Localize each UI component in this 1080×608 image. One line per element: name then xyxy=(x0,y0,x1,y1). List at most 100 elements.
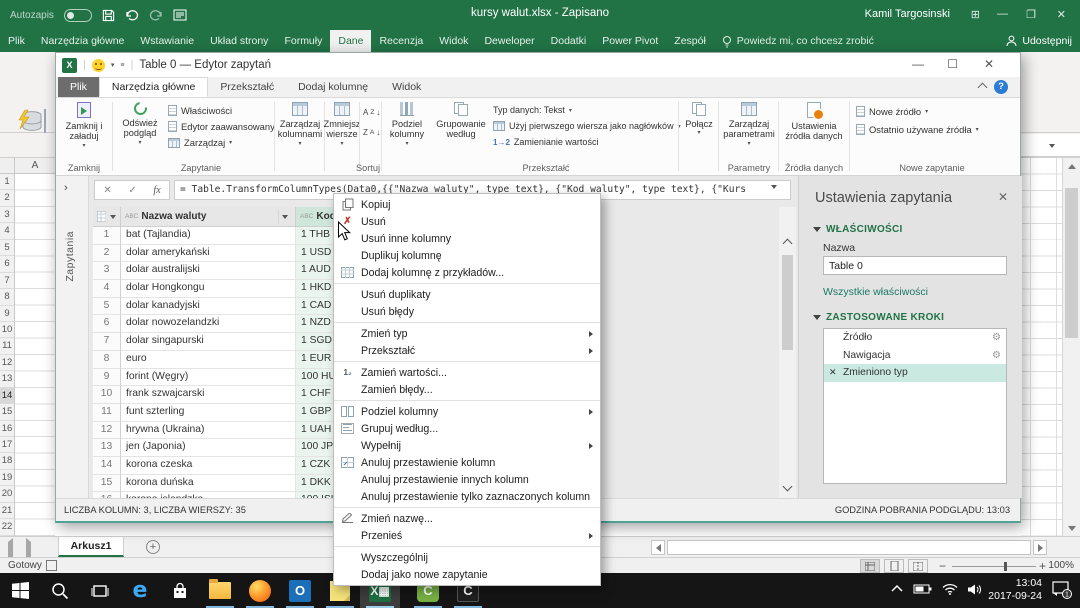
excel-minimize-button[interactable]: — xyxy=(997,8,1008,20)
menu-item[interactable]: Przekształć xyxy=(334,342,600,359)
excel-tab-power-pivot[interactable]: Power Pivot xyxy=(594,30,666,52)
task-view-icon[interactable] xyxy=(80,573,120,608)
row-header-11[interactable]: 11 xyxy=(0,338,14,354)
wifi-icon[interactable] xyxy=(942,583,958,595)
firefox-icon[interactable] xyxy=(240,573,280,608)
fx-icon[interactable]: fx xyxy=(153,185,160,196)
excel-tab-narz-dzia-g-wne[interactable]: Narzędzia główne xyxy=(33,30,132,52)
pq-scrollbar-thumb[interactable] xyxy=(782,255,793,350)
outlook-icon[interactable]: O xyxy=(280,573,320,608)
pq-help-icon[interactable]: ? xyxy=(994,80,1008,94)
menu-item[interactable]: Grupuj według... xyxy=(334,420,600,437)
close-and-load-button[interactable]: Zamknij i załaduj▾ xyxy=(60,101,108,159)
formula-accept-icon[interactable]: ✓ xyxy=(128,185,136,196)
applied-steps-section-header[interactable]: ZASTOSOWANE KROKI xyxy=(813,312,944,323)
page-break-view-button[interactable] xyxy=(908,559,928,573)
excel-tab-wstawianie[interactable]: Wstawianie xyxy=(132,30,202,52)
excel-vertical-scrollbar[interactable] xyxy=(1062,158,1080,536)
formula-expand-icon[interactable] xyxy=(771,185,777,189)
row-header-3[interactable]: 3 xyxy=(0,207,14,223)
excel-tab-recenzja[interactable]: Recenzja xyxy=(371,30,431,52)
tray-chevron-icon[interactable] xyxy=(890,583,904,595)
first-row-headers-button[interactable]: Użyj pierwszego wiersza jako nagłówków ▾ xyxy=(493,121,681,131)
pq-tab-widok[interactable]: Widok xyxy=(380,77,433,97)
menu-item[interactable]: Usuń błędy xyxy=(334,303,600,320)
start-button[interactable] xyxy=(0,573,40,608)
pq-vertical-scrollbar[interactable] xyxy=(779,207,796,498)
macro-record-icon[interactable] xyxy=(46,560,57,571)
ribbon-display-icon[interactable]: ⊞ xyxy=(971,8,980,21)
menu-item[interactable]: 1₂Zamień wartości... xyxy=(334,364,600,381)
add-sheet-button[interactable]: + xyxy=(146,540,160,554)
row-header-4[interactable]: 4 xyxy=(0,223,14,239)
row-header-6[interactable]: 6 xyxy=(0,256,14,272)
zoom-slider[interactable] xyxy=(952,566,1036,567)
excel-tab-uk-ad-strony[interactable]: Układ strony xyxy=(202,30,276,52)
formula-bar-right[interactable] xyxy=(1021,134,1080,157)
pq-minimize-button[interactable]: — xyxy=(912,57,924,71)
search-icon[interactable] xyxy=(40,573,80,608)
excel-tab-widok[interactable]: Widok xyxy=(431,30,476,52)
share-button[interactable]: Udostępnij xyxy=(1006,30,1072,52)
menu-item[interactable]: Przenieś xyxy=(334,527,600,544)
menu-item[interactable]: Duplikuj kolumnę xyxy=(334,247,600,264)
select-all-corner[interactable] xyxy=(0,158,15,173)
menu-item[interactable]: Anuluj przestawienie tylko zaznaczonych … xyxy=(334,488,600,505)
excel-tab-plik[interactable]: Plik xyxy=(0,30,33,52)
excel-restore-button[interactable]: ❐ xyxy=(1026,8,1036,21)
new-query-mini-icon[interactable] xyxy=(44,110,46,128)
hscroll-thumb[interactable] xyxy=(667,540,1031,555)
save-icon[interactable] xyxy=(102,9,115,22)
menu-item[interactable]: Zmień typ xyxy=(334,325,600,342)
menu-item[interactable]: Wyszczególnij xyxy=(334,549,600,566)
column-header-a[interactable]: A xyxy=(15,160,55,171)
formula-cancel-icon[interactable]: ✕ xyxy=(103,185,111,196)
row-header-10[interactable]: 10 xyxy=(0,322,14,338)
excel-tab-formu-y[interactable]: Formuły xyxy=(276,30,330,52)
reduce-rows-button[interactable]: Zmniejsz wiersze▾ xyxy=(326,101,358,159)
menu-item[interactable]: Kopiuj xyxy=(334,196,600,213)
volume-icon[interactable] xyxy=(967,583,982,596)
menu-item[interactable]: Dodaj jako nowe zapytanie xyxy=(334,566,600,583)
data-source-settings-button[interactable]: Ustawienia źródła danych xyxy=(782,101,846,159)
row-header-1[interactable]: 1 xyxy=(0,174,14,190)
scrollbar-thumb[interactable] xyxy=(1065,188,1078,338)
action-center-icon[interactable]: 1 xyxy=(1052,581,1072,604)
formula-expand-icon[interactable] xyxy=(1049,144,1055,148)
pq-tab-plik[interactable]: Plik xyxy=(58,77,99,97)
zoom-out-button[interactable]: − xyxy=(939,559,946,573)
manage-button[interactable]: Zarządzaj ▾ xyxy=(168,137,232,148)
row-header-22[interactable]: 22 xyxy=(0,519,14,535)
menu-item[interactable]: Anuluj przestawienie innych kolumn xyxy=(334,471,600,488)
excel-tab-dodatki[interactable]: Dodatki xyxy=(543,30,595,52)
filter-icon[interactable] xyxy=(278,210,291,224)
row-header-21[interactable]: 21 xyxy=(0,503,14,519)
settings-close-icon[interactable]: ✕ xyxy=(998,190,1008,204)
row-header-18[interactable]: 18 xyxy=(0,453,14,469)
pq-close-button[interactable]: ✕ xyxy=(984,57,994,71)
applied-step[interactable]: Nawigacja⚙ xyxy=(824,347,1006,365)
zoom-in-button[interactable]: + xyxy=(1039,559,1046,573)
ribbon-options-icon[interactable] xyxy=(173,9,187,21)
excel-tab-deweloper[interactable]: Deweloper xyxy=(476,30,542,52)
excel-grid-right[interactable] xyxy=(1021,158,1062,536)
row-header-17[interactable]: 17 xyxy=(0,437,14,453)
properties-button[interactable]: Właściwości xyxy=(168,105,232,116)
store-icon[interactable] xyxy=(160,573,200,608)
taskbar-clock[interactable]: 13:04 2017-09-24 xyxy=(988,577,1042,603)
autosave-toggle[interactable] xyxy=(64,9,92,22)
queries-pane-label[interactable]: Zapytania xyxy=(64,231,76,282)
zoom-slider-knob[interactable] xyxy=(1004,562,1007,571)
excel-close-button[interactable]: ✕ xyxy=(1057,8,1066,21)
properties-section-header[interactable]: WŁAŚCIWOŚCI xyxy=(813,224,903,235)
undo-icon[interactable] xyxy=(125,9,139,21)
row-header-2[interactable]: 2 xyxy=(0,190,14,206)
pq-tab-narz-dzia-g-wne[interactable]: Narzędzia główne xyxy=(99,77,208,97)
refresh-preview-button[interactable]: Odśwież podgląd▾ xyxy=(116,101,164,159)
row-header-16[interactable]: 16 xyxy=(0,421,14,437)
all-properties-link[interactable]: Wszystkie właściwości xyxy=(823,286,928,298)
excel-tab-zesp-[interactable]: Zespół xyxy=(666,30,714,52)
hscroll-right-button[interactable] xyxy=(1033,540,1047,555)
hscroll-left-button[interactable] xyxy=(651,540,665,555)
excel-row-headers[interactable]: 12345678910111213141516171819202122 xyxy=(0,174,15,536)
